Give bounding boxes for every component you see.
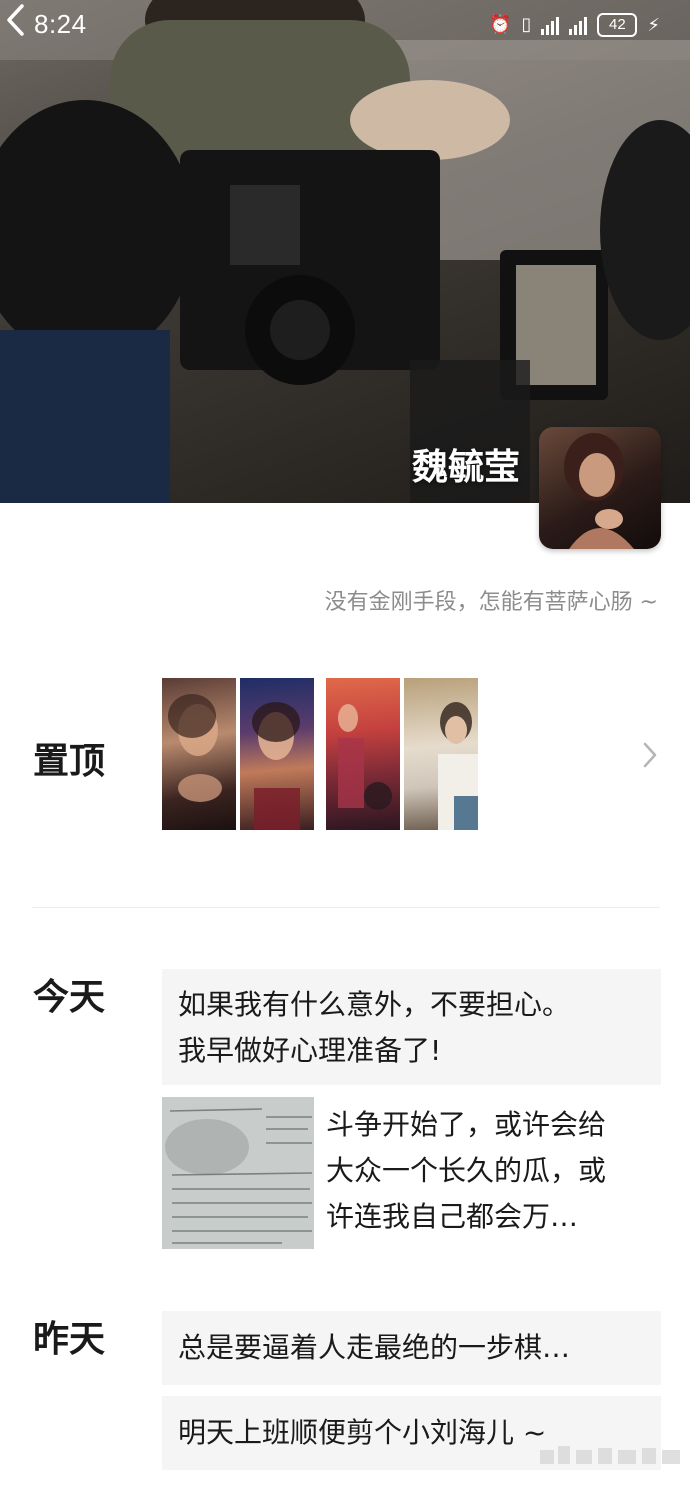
pinned-label: 置顶 [33, 741, 106, 782]
pinned-photos[interactable] [162, 678, 478, 830]
post-text[interactable]: 斗争开始了，或许会给 大众一个长久的瓜，或 许连我自己都会万… [326, 1102, 666, 1240]
pinned-photo[interactable] [404, 678, 478, 830]
post-text-card[interactable]: 总是要逼着人走最绝的一步棋… [162, 1311, 661, 1385]
post-text-card[interactable]: 如果我有什么意外，不要担心。 我早做好心理准备了! [162, 969, 661, 1085]
post-text-line: 如果我有什么意外，不要担心。 [178, 988, 571, 1021]
avatar[interactable] [539, 427, 661, 549]
post-image[interactable] [162, 1097, 314, 1249]
pinned-photo[interactable] [162, 678, 236, 830]
post-text-line: 我早做好心理准备了! [178, 1034, 442, 1067]
post-text-line: 明天上班顺便剪个小刘海儿 ~ [178, 1416, 547, 1449]
battery-icon: 42 [597, 13, 638, 37]
pinned-photo[interactable] [326, 678, 400, 830]
status-bar: 8:24 ⏰ ▯ 42 ⚡ [0, 0, 690, 50]
post-text-line: 大众一个长久的瓜，或 [326, 1154, 607, 1187]
divider [32, 907, 660, 908]
profile-signature: 没有金刚手段，怎能有菩萨心肠 ~ [324, 590, 658, 615]
status-icons: ⏰ ▯ 42 ⚡ [489, 12, 660, 38]
signal-icon [541, 15, 560, 35]
back-icon[interactable] [0, 0, 36, 40]
avatar-image [564, 433, 634, 549]
post-text-line: 斗争开始了，或许会给 [326, 1108, 607, 1141]
alarm-icon: ⏰ [489, 14, 512, 35]
chevron-right-icon[interactable] [640, 740, 660, 770]
today-label: 今天 [33, 977, 106, 1018]
post-text-line: 许连我自己都会万… [326, 1200, 579, 1233]
vibrate-icon: ▯ [521, 14, 532, 35]
document-photo [162, 1097, 314, 1249]
watermark [540, 1446, 680, 1464]
status-time: 8:24 [34, 9, 87, 39]
pinned-photo[interactable] [240, 678, 314, 830]
post-text-line: 总是要逼着人走最绝的一步棋… [178, 1331, 571, 1364]
charging-icon: ⚡ [647, 14, 660, 36]
profile-name: 魏毓莹 [411, 447, 520, 488]
yesterday-label: 昨天 [33, 1319, 106, 1360]
signal-icon [569, 15, 588, 35]
